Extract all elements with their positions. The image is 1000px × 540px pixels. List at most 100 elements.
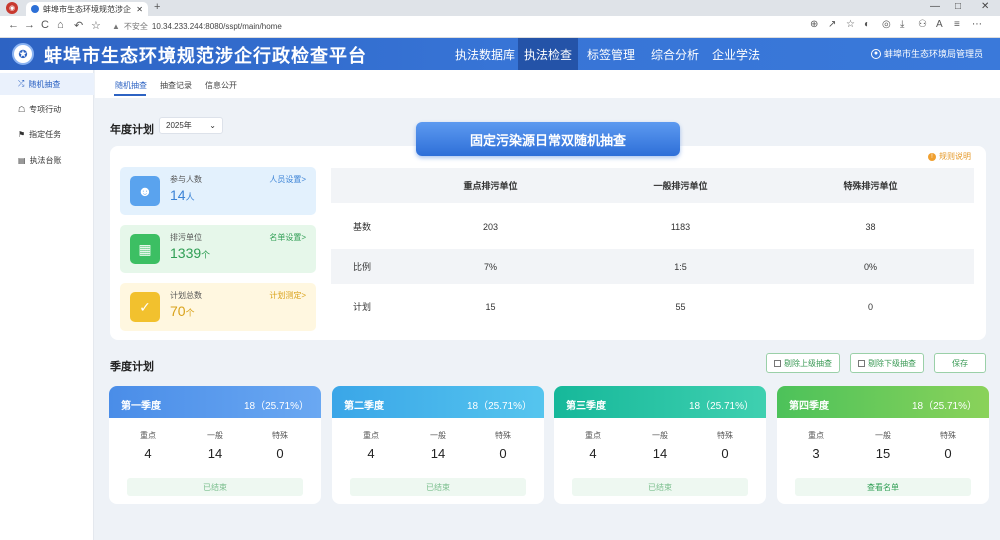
quarter-summary: 18（25.71%） [243,401,309,412]
quarter-card-3: 第三季度 18（25.71%） 重点 4 一般 14 特殊 0 已结束 [554,386,766,504]
warning-icon: ▲ [112,22,120,31]
quarter-footer-button[interactable]: 已结束 [350,478,526,496]
list-settings-link[interactable]: 名单设置> [269,232,306,243]
stat-label: 排污单位 [170,233,202,242]
user-menu[interactable]: ● 蚌埠市生态环境局管理员 [871,47,983,60]
column-label: 特殊 [495,431,511,440]
minimize-icon[interactable]: — [930,1,940,12]
quarter-footer-button[interactable]: 查看名单 [795,478,971,496]
quarter-column: 重点 3 [791,430,841,461]
forward-icon[interactable]: → [24,19,35,31]
table-row: 基数 203 1183 38 [331,209,974,244]
quarter-card-2: 第二季度 18（25.71%） 重点 4 一般 14 特殊 0 已结束 [332,386,544,504]
nav-tag-management[interactable]: 标签管理 [580,38,642,70]
bookmark-icon[interactable]: ☆ [91,19,101,32]
checkbox[interactable] [774,359,781,367]
year-select[interactable]: 2025年 ⌄ [159,117,223,134]
stat-card-plans: ✓ 计划总数 70个 计划测定> [120,283,316,331]
table-cell: 0% [863,261,877,272]
column-value: 0 [944,446,952,461]
column-value: 3 [812,446,820,461]
profile-icon[interactable]: ⚇ [918,19,927,30]
quarter-footer-button[interactable]: 已结束 [572,478,748,496]
ai-icon[interactable]: A [936,19,943,30]
chevron-down-icon: ⌄ [209,121,216,130]
table-header: 特殊排污单位 [843,181,898,191]
browser-tab[interactable]: 蚌埠市生态环境规范涉企 ✕ [26,2,148,16]
quarter-header: 第一季度 18（25.71%） [109,386,321,418]
exclude-upper-button[interactable]: 剔除上级抽查 [766,353,840,373]
quarter-column: 特殊 0 [478,430,528,461]
column-label: 重点 [808,431,824,440]
tab-info-public[interactable]: 信息公开 [205,80,237,91]
column-label: 一般 [875,431,891,440]
table-cell: 1183 [670,221,691,232]
tab-check-records[interactable]: 抽查记录 [160,80,192,91]
quarter-footer-button[interactable]: 已结束 [127,478,303,496]
camera-icon[interactable]: ◎ [882,19,891,30]
column-label: 重点 [363,431,379,440]
exclude-lower-button[interactable]: 剔除下级抽查 [850,353,924,373]
sidebar-item-ledger[interactable]: ▤ 执法台账 [0,149,94,171]
nav-analysis[interactable]: 综合分析 [644,38,706,70]
quarter-name: 第三季度 [566,401,606,412]
maximize-icon[interactable]: □ [955,1,961,12]
nav-enterprise-learning[interactable]: 企业学法 [707,38,765,70]
table-cell: 55 [675,301,686,312]
quarter-summary: 18（25.71%） [688,401,754,412]
quarter-column: 一般 14 [190,430,240,461]
save-button[interactable]: 保存 [934,353,986,373]
plan-measure-link[interactable]: 计划测定> [269,290,306,301]
table-header: 一般排污单位 [653,181,708,191]
url-text: 10.34.233.244:8080/sspt/main/home [151,22,282,31]
column-value: 0 [499,446,507,461]
stat-value: 70个 [170,303,195,319]
translate-icon[interactable]: ⊕ [810,19,818,30]
reload-icon[interactable]: C [41,19,49,31]
quarter-column: 一般 14 [413,430,463,461]
sidebar-item-special-action[interactable]: ☖ 专项行动 [0,98,94,120]
table-cell: 15 [485,301,496,312]
table-header-row: 重点排污单位 一般排污单位 特殊排污单位 [331,168,974,203]
sidebar-item-random-check[interactable]: ⤮ 随机抽查 [0,73,94,95]
share-icon[interactable]: ↗ [828,19,836,30]
close-window-icon[interactable]: ✕ [981,1,989,12]
column-value: 4 [367,446,375,461]
extensions-icon[interactable]: ≡ [954,19,960,30]
table-cell: 203 [482,221,499,232]
more-icon[interactable]: ⋯ [972,19,982,30]
sidebar-item-assigned-task[interactable]: ⚑ 指定任务 [0,123,94,145]
personnel-settings-link[interactable]: 人员设置> [269,174,306,185]
checkbox[interactable] [858,359,865,367]
star-icon[interactable]: ☆ [846,19,855,30]
tab-random-check[interactable]: 随机抽查 [115,80,147,91]
nav-law-inspection[interactable]: 执法检查 [518,38,578,70]
back-icon[interactable]: ← [8,19,19,31]
table-cell: 38 [865,221,876,232]
theme-icon[interactable]: ◐ [864,19,870,30]
table-cell: 1:5 [674,261,687,272]
quarter-column: 特殊 0 [700,430,750,461]
person-icon: ⚑ [18,129,26,139]
column-value: 15 [875,446,891,461]
rules-link[interactable]: ! 规则说明 [928,151,971,162]
column-value: 14 [652,446,668,461]
sidebar-item-label: 随机抽查 [28,79,61,89]
stat-card-units: ▦ 排污单位 1339个 名单设置> [120,225,316,273]
quarter-summary: 18（25.71%） [911,401,977,412]
url-field[interactable]: ▲ 不安全 10.34.233.244:8080/sspt/main/home [112,19,282,34]
download-icon[interactable]: ⤓ [900,19,904,30]
history-icon[interactable]: ↶ [74,19,83,32]
new-tab-button[interactable]: + [154,1,160,13]
home-icon[interactable]: ⌂ [57,19,64,31]
tab-close-icon[interactable]: ✕ [136,5,143,14]
column-value: 14 [207,446,223,461]
stat-value: 1339个 [170,245,211,261]
quarter-column: 重点 4 [123,430,173,461]
row-label: 计划 [353,302,372,312]
nav-law-database[interactable]: 执法数据库 [452,38,518,70]
browser-profile-icon[interactable]: ◉ [6,2,18,14]
browser-tab-bar [0,0,1000,16]
table-cell: 0 [867,301,873,312]
annual-plan-title: 年度计划 [110,124,154,136]
